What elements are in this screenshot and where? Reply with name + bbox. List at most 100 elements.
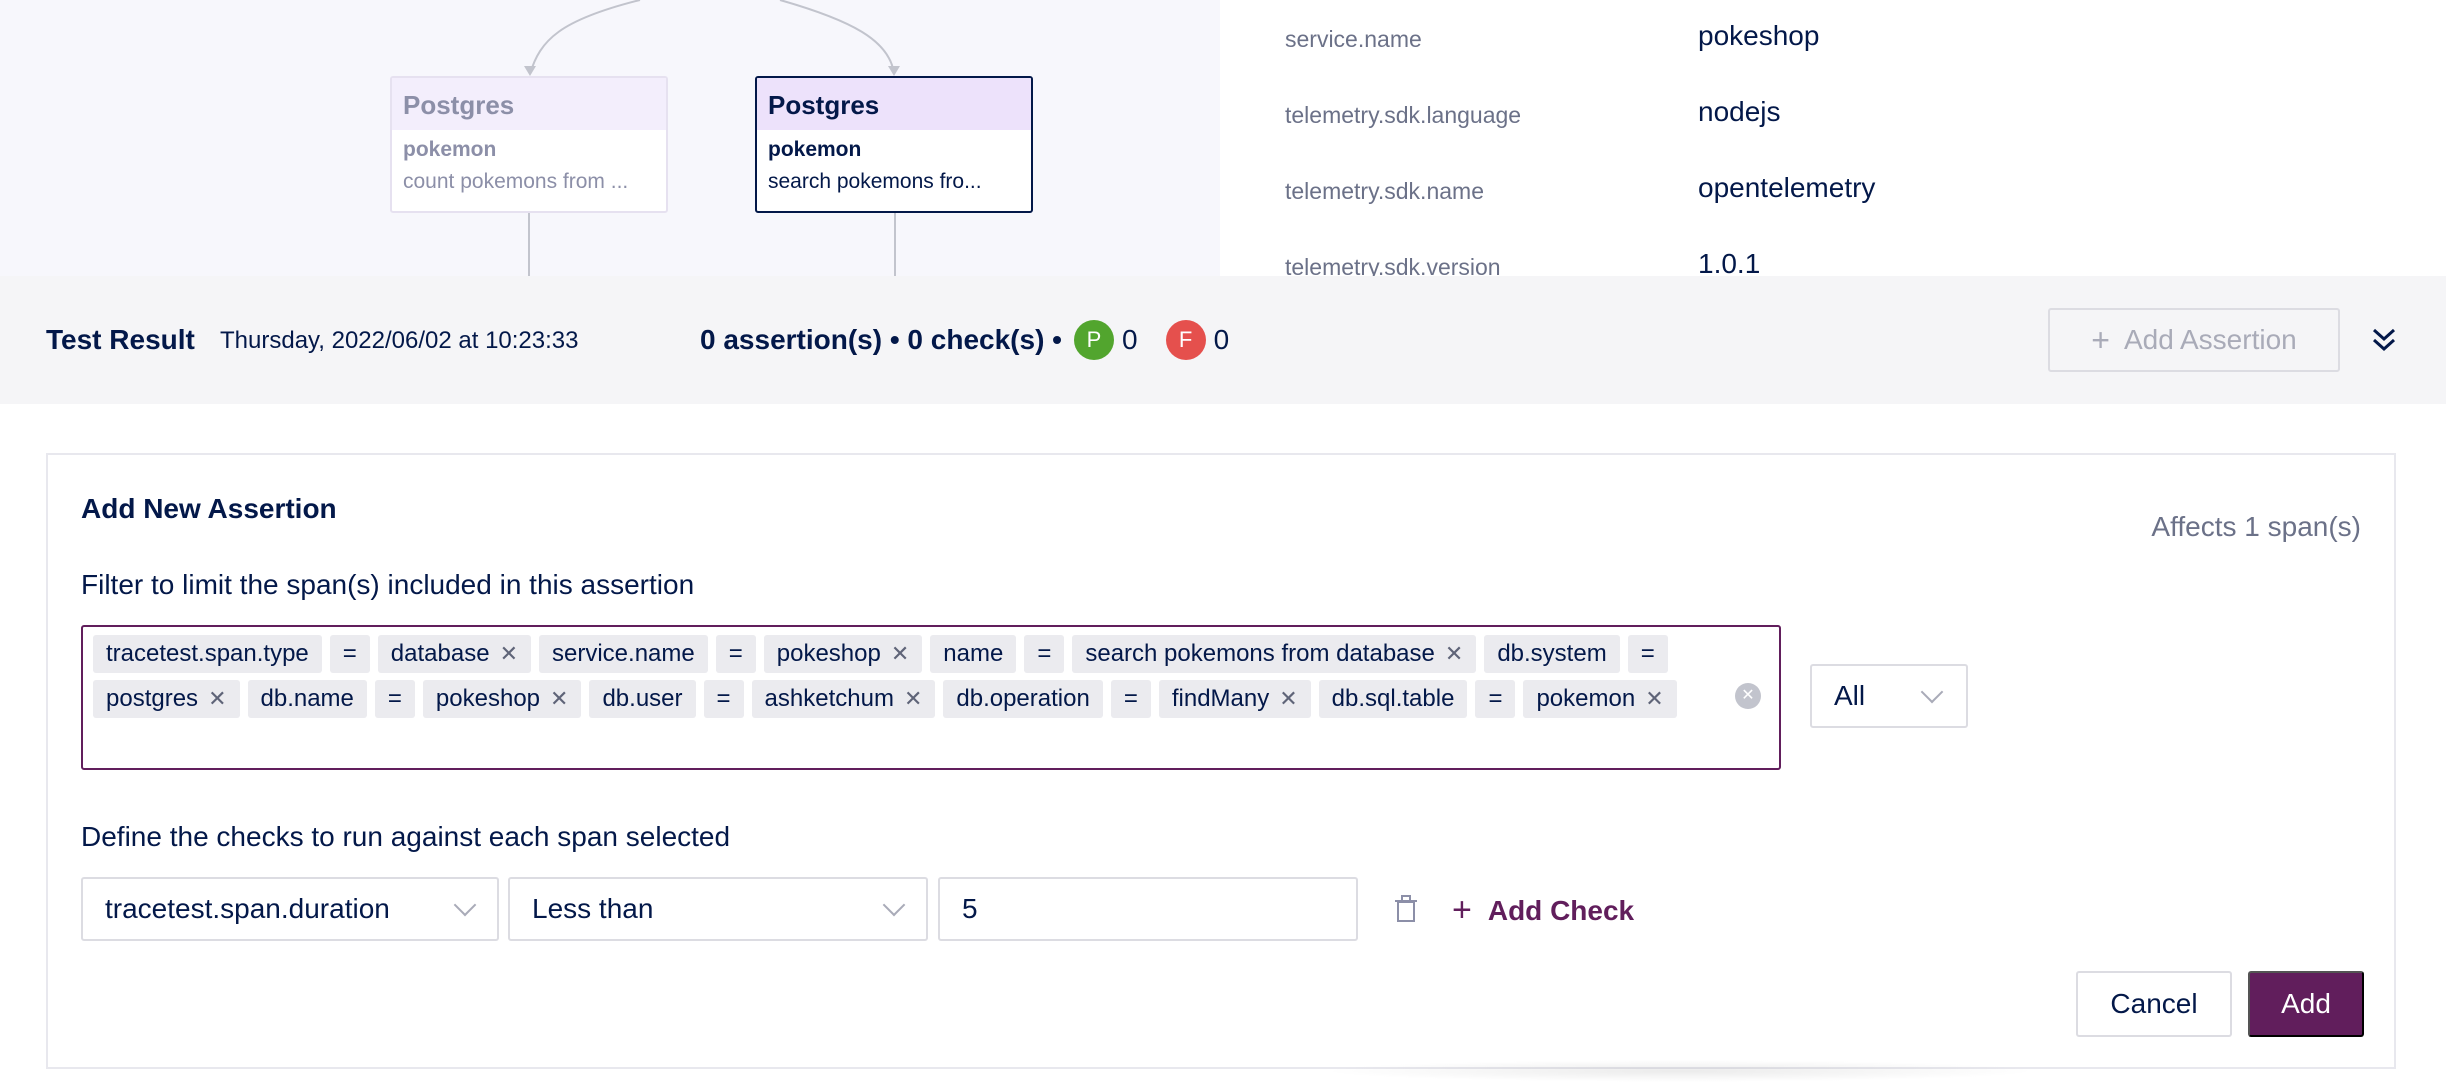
remove-tag-icon[interactable]: ✕	[904, 686, 922, 711]
selected-mode: All	[1834, 680, 1866, 711]
filter-operator-tag: =	[1627, 635, 1668, 673]
attribute-value: pokeshop	[1698, 20, 1820, 51]
tag-label: db.system	[1497, 640, 1607, 667]
filter-key-tag: db.operation	[943, 680, 1103, 718]
chevron-down-icon	[453, 893, 477, 917]
attribute-value: nodejs	[1698, 96, 1781, 127]
attribute-row: telemetry.sdk.name opentelemetry	[1285, 170, 2385, 210]
filter-key-tag: tracetest.span.type	[93, 635, 322, 673]
filter-key-tag: name	[930, 635, 1017, 673]
cancel-button[interactable]: Cancel	[2076, 971, 2232, 1037]
tag-label: service.name	[552, 640, 695, 667]
summary-text: 0 assertion(s) • 0 check(s) •	[700, 324, 1062, 355]
filter-operator-tag: =	[374, 680, 415, 718]
filter-value-tag[interactable]: database ✕	[377, 635, 531, 673]
filter-tag-list: tracetest.span.type = database ✕ service.nam…	[93, 635, 1719, 725]
check-value-text: 5	[962, 893, 978, 924]
filter-value-tag[interactable]: ashketchum ✕	[751, 680, 936, 718]
filter-operator-tag: =	[1024, 635, 1065, 673]
attribute-key: telemetry.sdk.name	[1285, 178, 1484, 204]
span-selector-input[interactable]: tracetest.span.type = database ✕ service.nam…	[81, 625, 1781, 770]
filter-operator-tag: =	[1475, 680, 1516, 718]
filter-label: Filter to limit the span(s) included in …	[81, 569, 695, 600]
check-value-input[interactable]: 5	[938, 877, 1358, 941]
filter-value-tag[interactable]: findMany ✕	[1158, 680, 1311, 718]
tag-label: =	[728, 640, 743, 667]
filter-value-tag[interactable]: postgres ✕	[93, 680, 240, 718]
test-result-title: Test Result	[46, 324, 195, 355]
attribute-key: telemetry.sdk.version	[1285, 254, 1501, 276]
trace-diagram: Postgres pokemon count pokemons from ...…	[0, 0, 1220, 276]
chevron-down-icon	[882, 893, 906, 917]
clear-icon[interactable]: ✕	[1735, 683, 1761, 709]
chevron-down-icon	[1920, 680, 1944, 704]
tag-label: db.user	[602, 685, 683, 712]
plus-icon: +	[1452, 891, 1472, 929]
app-root: Postgres pokemon count pokemons from ...…	[0, 0, 2446, 1082]
fail-count: 0	[1213, 324, 1230, 355]
add-button[interactable]: Add	[2248, 971, 2364, 1037]
add-assertion-form: Add New Assertion Affects 1 span(s) Filt…	[46, 453, 2396, 1069]
tag-label: =	[1640, 640, 1655, 667]
tag-label: ashketchum	[764, 685, 894, 712]
test-result-date: Thursday, 2022/06/02 at 10:23:33	[220, 327, 579, 354]
span-node-search-pokemons[interactable]: Postgres pokemon search pokemons fro...	[755, 76, 1033, 213]
check-attribute-select[interactable]: tracetest.span.duration	[81, 877, 499, 941]
remove-tag-icon[interactable]: ✕	[891, 641, 909, 666]
remove-tag-icon[interactable]: ✕	[1279, 686, 1297, 711]
attribute-value: 1.0.1	[1698, 248, 1761, 276]
check-operator-value: Less than	[532, 893, 654, 924]
node-kind: Postgres	[757, 78, 1031, 130]
remove-tag-icon[interactable]: ✕	[500, 641, 518, 666]
tag-label: db.name	[260, 685, 354, 712]
check-operator-select[interactable]: Less than	[508, 877, 928, 941]
node-span-name: count pokemons from ...	[403, 170, 629, 193]
node-service: pokemon	[768, 138, 862, 161]
tag-label: =	[1037, 640, 1052, 667]
span-selector-mode-select[interactable]: All	[1810, 664, 1968, 728]
node-service: pokemon	[403, 138, 497, 161]
attribute-key: service.name	[1285, 26, 1422, 52]
remove-tag-icon[interactable]: ✕	[550, 686, 568, 711]
attribute-key: telemetry.sdk.language	[1285, 102, 1522, 128]
filter-operator-tag: =	[703, 680, 744, 718]
remove-tag-icon[interactable]: ✕	[1645, 686, 1663, 711]
pass-count: 0	[1121, 324, 1138, 355]
remove-tag-icon[interactable]: ✕	[1445, 641, 1463, 666]
remove-tag-icon[interactable]: ✕	[208, 686, 226, 711]
add-assertion-button[interactable]: + Add Assertion	[2048, 308, 2340, 372]
tag-label: =	[387, 685, 402, 712]
filter-value-tag[interactable]: pokeshop ✕	[763, 635, 923, 673]
tag-label: =	[342, 640, 357, 667]
tag-label: =	[1123, 685, 1138, 712]
attribute-row: service.name pokeshop	[1285, 18, 2385, 58]
trash-icon[interactable]	[1394, 895, 1418, 923]
tag-label: pokeshop	[435, 685, 541, 712]
attribute-row: telemetry.sdk.version 1.0.1	[1285, 246, 2385, 276]
filter-key-tag: db.user	[589, 680, 696, 718]
node-kind: Postgres	[392, 78, 666, 130]
double-chevron-down-icon[interactable]	[2370, 324, 2398, 356]
filter-operator-tag: =	[715, 635, 756, 673]
tag-label: tracetest.span.type	[106, 640, 309, 667]
filter-value-tag[interactable]: pokemon ✕	[1523, 680, 1677, 718]
filter-key-tag: db.name	[247, 680, 367, 718]
span-node-count-pokemons[interactable]: Postgres pokemon count pokemons from ...	[390, 76, 668, 213]
filter-value-tag[interactable]: pokeshop ✕	[422, 680, 582, 718]
drop-shadow	[1320, 1060, 2040, 1082]
tag-label: database	[390, 640, 490, 667]
affected-spans-count: Affects 1 span(s)	[2151, 511, 2361, 542]
add-check-button[interactable]: + Add Check	[1452, 891, 1634, 930]
tag-label: =	[1488, 685, 1503, 712]
filter-operator-tag: =	[329, 635, 370, 673]
tag-label: db.operation	[956, 685, 1090, 712]
tag-label: pokeshop	[776, 640, 881, 667]
add-assertion-label: Add Assertion	[2123, 324, 2297, 355]
filter-value-tag[interactable]: search pokemons from database ✕	[1072, 635, 1477, 673]
attribute-value: opentelemetry	[1698, 172, 1876, 203]
check-attribute-value: tracetest.span.duration	[105, 893, 390, 924]
node-span-name: search pokemons fro...	[768, 170, 982, 193]
tag-label: findMany	[1171, 685, 1270, 712]
tag-label: postgres	[106, 685, 199, 712]
checks-label: Define the checks to run against each sp…	[81, 821, 731, 852]
